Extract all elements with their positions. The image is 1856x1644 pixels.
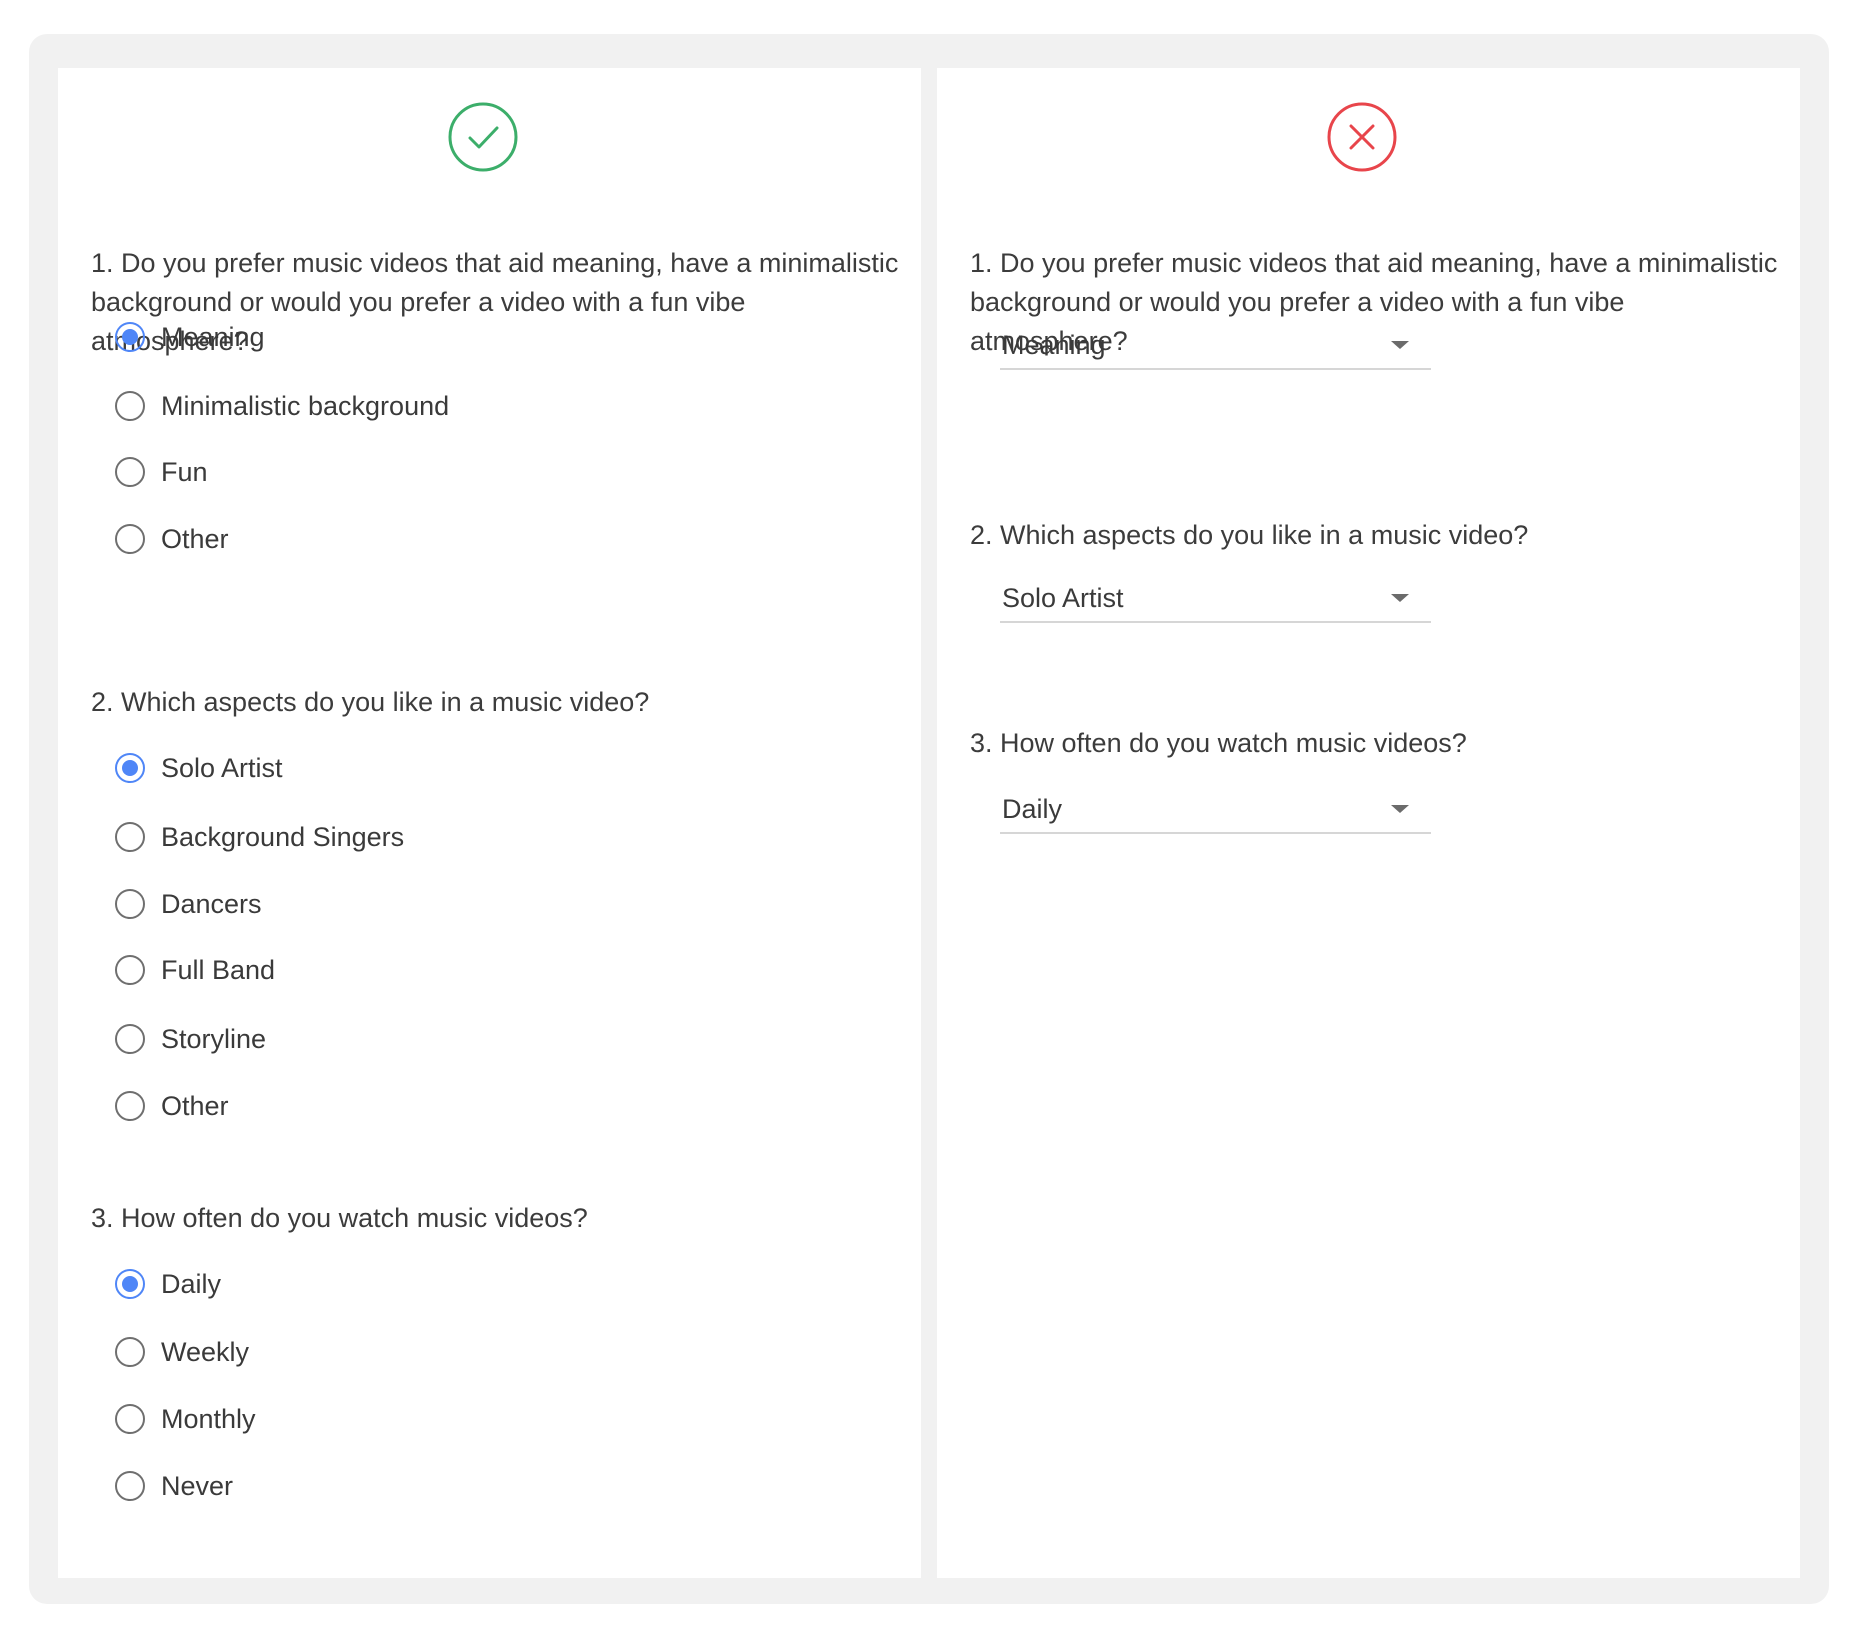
radio-unchecked-icon [115,457,145,487]
question-3-text: 3. How often do you watch music videos? [91,1203,588,1233]
dropdown-value: Solo Artist [1002,582,1124,613]
radio-label: Solo Artist [161,752,283,783]
radio-unchecked-icon [115,1404,145,1434]
radio-label: Fun [161,456,208,487]
radio-label: Other [161,523,229,554]
radio-option-weekly[interactable]: Weekly [115,1332,249,1372]
radio-label: Daily [161,1268,222,1299]
radio-unchecked-icon [115,1024,145,1054]
comparison-card: 1. Do you prefer music videos that aid m… [29,34,1829,1604]
radio-option-daily[interactable]: Daily [115,1264,221,1304]
radio-option-storyline[interactable]: Storyline [115,1019,266,1059]
radio-unchecked-icon [115,524,145,554]
radio-option-monthly[interactable]: Monthly [115,1399,256,1439]
radio-option-meaning[interactable]: Meaning [115,317,265,357]
radio-label: Meaning [161,321,265,352]
caret-down-icon [1391,341,1409,349]
dropdown-value: Daily [1002,793,1063,824]
radio-option-full-band[interactable]: Full Band [115,950,275,990]
radio-label: Minimalistic background [161,390,450,421]
x-circle-icon [1327,102,1397,172]
caret-down-icon [1391,594,1409,602]
radio-option-fun[interactable]: Fun [115,452,208,492]
radio-option-other-q1[interactable]: Other [115,519,229,559]
radio-option-other-q2[interactable]: Other [115,1086,229,1126]
radio-unchecked-icon [115,1337,145,1367]
radio-unchecked-icon [115,1471,145,1501]
radio-unchecked-icon [115,822,145,852]
dropdown-question-3[interactable]: Daily [1000,786,1431,834]
radio-label: Weekly [161,1336,250,1367]
radio-option-never[interactable]: Never [115,1466,233,1506]
radio-unchecked-icon [115,889,145,919]
radio-option-minimalistic-background[interactable]: Minimalistic background [115,386,449,426]
caret-down-icon [1391,805,1409,813]
question-2-text: 2. Which aspects do you like in a music … [91,687,650,717]
radio-label: Full Band [161,954,276,985]
radio-checked-icon [115,753,145,783]
radio-checked-icon [115,1269,145,1299]
dropdown-question-2[interactable]: Solo Artist [1000,575,1431,623]
radio-label: Storyline [161,1023,267,1054]
radio-unchecked-icon [115,391,145,421]
radio-label: Monthly [161,1403,256,1434]
radio-label: Never [161,1470,234,1501]
incorrect-example-panel: 1. Do you prefer music videos that aid m… [937,68,1800,1578]
radio-unchecked-icon [115,955,145,985]
dropdown-value: Meaning [1002,329,1106,360]
radio-option-background-singers[interactable]: Background Singers [115,817,404,857]
check-circle-icon [448,102,518,172]
correct-example-panel: 1. Do you prefer music videos that aid m… [58,68,921,1578]
question-2-text: 2. Which aspects do you like in a music … [970,520,1529,550]
radio-checked-icon [115,322,145,352]
radio-option-dancers[interactable]: Dancers [115,884,262,924]
radio-unchecked-icon [115,1091,145,1121]
radio-label: Dancers [161,888,262,919]
radio-label: Background Singers [161,821,405,852]
radio-label: Other [161,1090,229,1121]
dropdown-question-1[interactable]: Meaning [1000,322,1431,370]
radio-option-solo-artist[interactable]: Solo Artist [115,748,283,788]
question-3-text: 3. How often do you watch music videos? [970,728,1467,758]
